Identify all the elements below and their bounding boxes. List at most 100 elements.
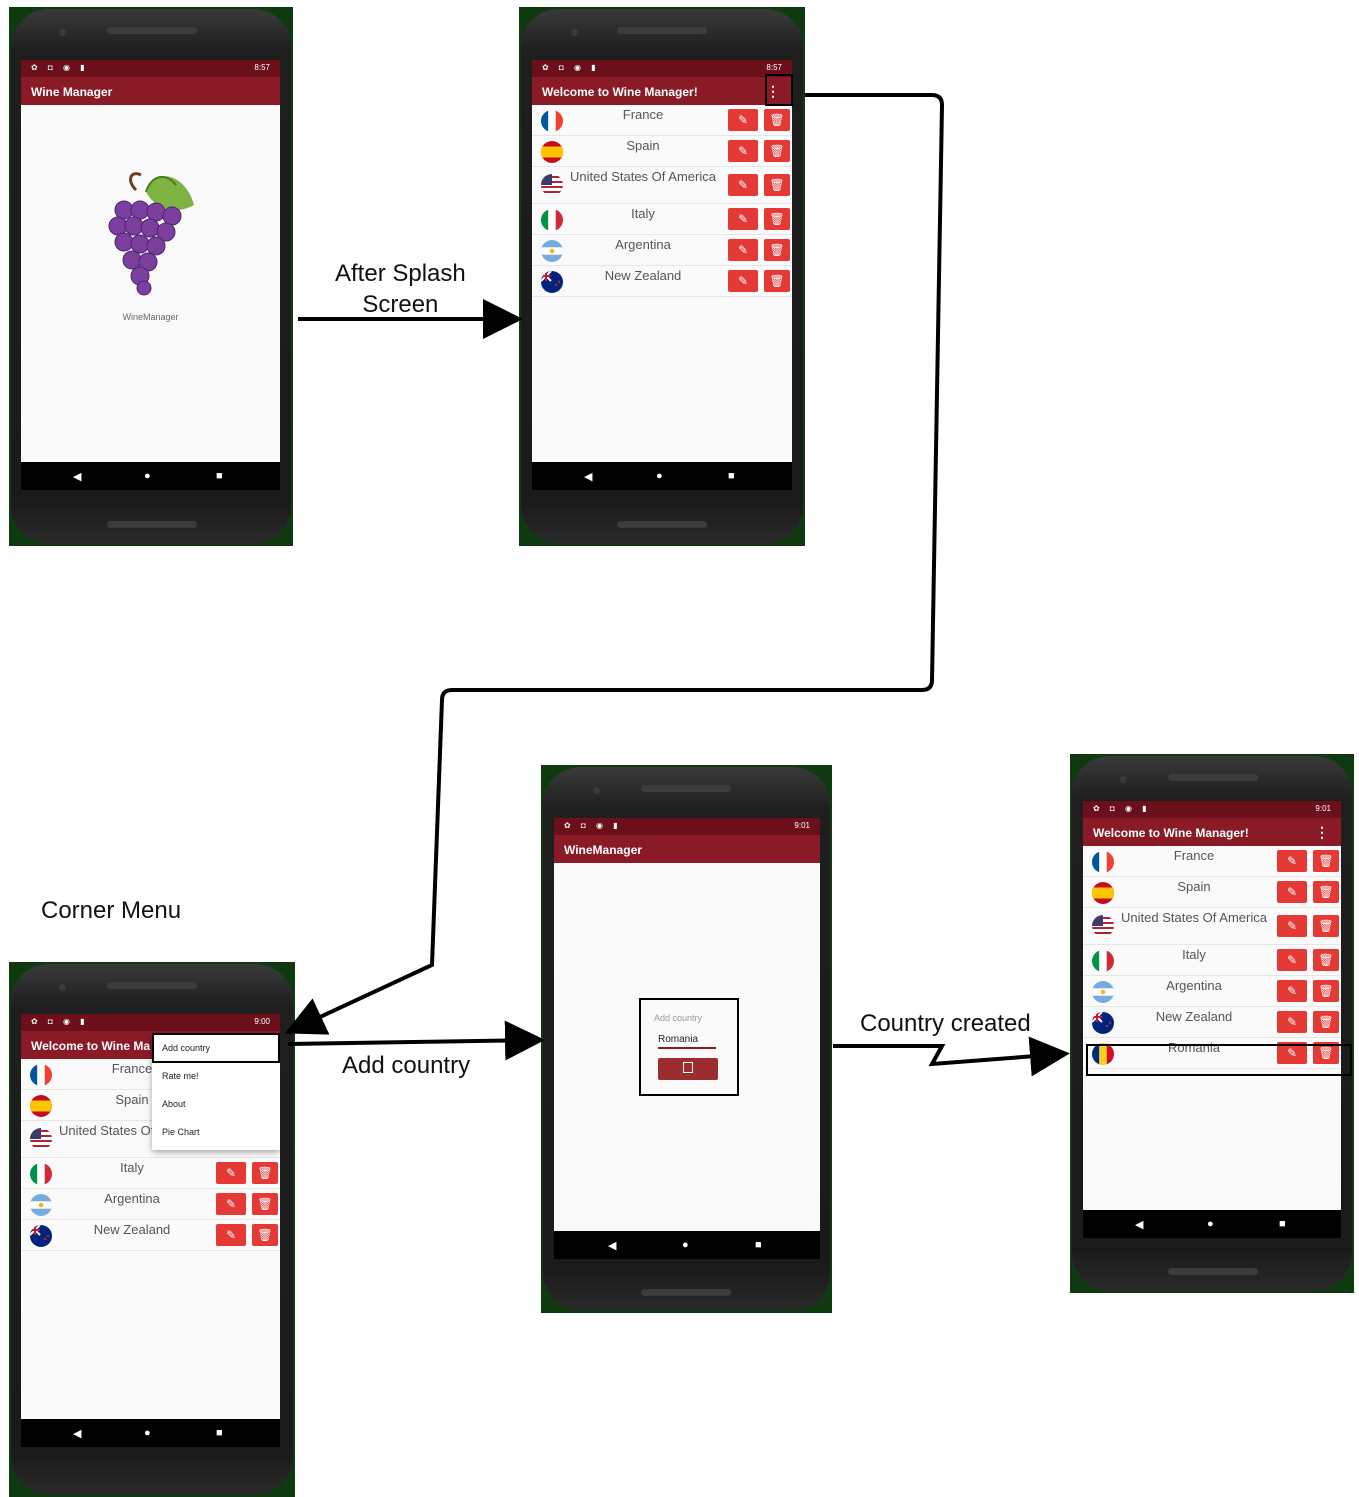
edit-button[interactable]: ✎ xyxy=(1277,980,1307,1002)
country-name: Argentina xyxy=(104,1191,160,1206)
country-row[interactable]: New Zealand ✎ 🗑 xyxy=(21,1220,280,1251)
edit-button[interactable]: ✎ xyxy=(1277,1011,1307,1033)
home-icon[interactable]: ● xyxy=(682,1239,689,1251)
pencil-icon: ✎ xyxy=(1286,1015,1298,1029)
menu-item-rate-me[interactable]: Rate me! xyxy=(162,1071,199,1081)
status-time: 8:57 xyxy=(766,63,782,72)
recents-icon[interactable]: ■ xyxy=(216,1427,223,1439)
home-icon[interactable]: ● xyxy=(144,1427,151,1439)
status-time: 9:01 xyxy=(1315,804,1331,813)
country-name: New Zealand xyxy=(604,268,682,283)
country-row[interactable]: New Zealand ✎ 🗑 xyxy=(1083,1007,1341,1038)
country-row[interactable]: Italy ✎ 🗑 xyxy=(532,204,792,235)
delete-button[interactable]: 🗑 xyxy=(1313,1011,1339,1033)
country-row[interactable]: Italy ✎ 🗑 xyxy=(21,1158,280,1189)
home-icon[interactable]: ● xyxy=(1207,1218,1214,1230)
more-vert-icon[interactable]: ⋮ xyxy=(1315,824,1329,841)
edit-button[interactable]: ✎ xyxy=(728,239,758,261)
status-bar: ✿ ◘ ◉ ▮ 9:01 xyxy=(1083,801,1341,818)
delete-button[interactable]: 🗑 xyxy=(764,140,790,162)
menu-item-about[interactable]: About xyxy=(162,1099,186,1109)
country-row[interactable]: France ✎ 🗑 xyxy=(532,105,792,136)
screen: ✿ ◘ ◉ ▮ 9:01 Welcome to Wine Manager! ⋮ Fr… xyxy=(1083,801,1341,1238)
country-row[interactable]: United States Of America ✎ 🗑 xyxy=(1083,908,1341,945)
edit-button[interactable]: ✎ xyxy=(216,1193,246,1215)
country-row[interactable]: Spain ✎ 🗑 xyxy=(1083,877,1341,908)
delete-button[interactable]: 🗑 xyxy=(1313,949,1339,971)
recents-icon[interactable]: ■ xyxy=(216,470,223,482)
edit-button[interactable]: ✎ xyxy=(728,109,758,131)
menu-item-pie-chart[interactable]: Pie Chart xyxy=(162,1127,200,1137)
back-icon[interactable]: ◀ xyxy=(1135,1218,1143,1231)
country-row[interactable]: France ✎ 🗑 xyxy=(1083,846,1341,877)
delete-button[interactable]: 🗑 xyxy=(764,208,790,230)
speaker-bottom xyxy=(641,1289,731,1296)
country-row[interactable]: Argentina ✎ 🗑 xyxy=(532,235,792,266)
highlight-overflow-menu xyxy=(765,74,793,106)
country-row[interactable]: New Zealand ✎ 🗑 xyxy=(532,266,792,297)
country-row[interactable]: Argentina ✎ 🗑 xyxy=(21,1189,280,1220)
pencil-icon: ✎ xyxy=(737,144,749,158)
edit-button[interactable]: ✎ xyxy=(1277,881,1307,903)
country-name: Argentina xyxy=(615,237,671,252)
delete-button[interactable]: 🗑 xyxy=(1313,881,1339,903)
delete-button[interactable]: 🗑 xyxy=(1313,850,1339,872)
edit-button[interactable]: ✎ xyxy=(1277,850,1307,872)
pencil-icon: ✎ xyxy=(737,113,749,127)
edit-button[interactable]: ✎ xyxy=(728,270,758,292)
back-icon[interactable]: ◀ xyxy=(584,470,592,483)
flag-icon xyxy=(541,271,563,293)
delete-button[interactable]: 🗑 xyxy=(764,109,790,131)
home-icon[interactable]: ● xyxy=(144,470,151,482)
flag-icon xyxy=(541,141,563,163)
nav-bar: ◀ ● ■ xyxy=(532,462,792,490)
delete-button[interactable]: 🗑 xyxy=(764,174,790,196)
delete-button[interactable]: 🗑 xyxy=(252,1193,278,1215)
status-bar: ✿ ◘ ◉ ▮ 9:01 xyxy=(554,818,820,835)
delete-button[interactable]: 🗑 xyxy=(1313,915,1339,937)
country-row[interactable]: Argentina ✎ 🗑 xyxy=(1083,976,1341,1007)
pencil-icon: ✎ xyxy=(225,1166,237,1180)
delete-button[interactable]: 🗑 xyxy=(1313,980,1339,1002)
nav-bar: ◀ ● ■ xyxy=(1083,1210,1341,1238)
delete-button[interactable]: 🗑 xyxy=(764,270,790,292)
highlight-add-country xyxy=(152,1033,280,1063)
pencil-icon: ✎ xyxy=(737,212,749,226)
recents-icon[interactable]: ■ xyxy=(755,1239,762,1251)
pencil-icon: ✎ xyxy=(1286,984,1298,998)
nav-bar: ◀ ● ■ xyxy=(21,1419,280,1447)
back-icon[interactable]: ◀ xyxy=(73,1427,81,1440)
home-icon[interactable]: ● xyxy=(656,470,663,482)
app-title: WineManager xyxy=(564,843,642,857)
pencil-icon: ✎ xyxy=(1286,953,1298,967)
arrow-country-created xyxy=(833,1036,1070,1077)
flag-icon xyxy=(30,1095,52,1117)
delete-button[interactable]: 🗑 xyxy=(764,239,790,261)
trash-icon: 🗑 xyxy=(257,1228,273,1242)
country-row[interactable]: Italy ✎ 🗑 xyxy=(1083,945,1341,976)
delete-button[interactable]: 🗑 xyxy=(252,1224,278,1246)
edit-button[interactable]: ✎ xyxy=(216,1224,246,1246)
speaker xyxy=(107,982,197,989)
label-add-country: Add country xyxy=(342,1052,471,1079)
speaker-bottom xyxy=(617,521,707,528)
camera xyxy=(59,984,66,991)
recents-icon[interactable]: ■ xyxy=(728,470,735,482)
country-row[interactable]: Spain ✎ 🗑 xyxy=(532,136,792,167)
edit-button[interactable]: ✎ xyxy=(1277,949,1307,971)
app-bar: WineManager xyxy=(554,835,820,863)
edit-button[interactable]: ✎ xyxy=(728,174,758,196)
delete-button[interactable]: 🗑 xyxy=(252,1162,278,1184)
back-icon[interactable]: ◀ xyxy=(608,1239,616,1252)
edit-button[interactable]: ✎ xyxy=(216,1162,246,1184)
trash-icon: 🗑 xyxy=(769,144,785,158)
edit-button[interactable]: ✎ xyxy=(728,140,758,162)
country-name: Italy xyxy=(631,206,655,221)
camera xyxy=(59,29,66,36)
edit-button[interactable]: ✎ xyxy=(728,208,758,230)
recents-icon[interactable]: ■ xyxy=(1279,1218,1286,1230)
edit-button[interactable]: ✎ xyxy=(1277,915,1307,937)
country-name: Spain xyxy=(1177,879,1211,894)
back-icon[interactable]: ◀ xyxy=(73,470,81,483)
country-row[interactable]: United States Of America ✎ 🗑 xyxy=(532,167,792,204)
